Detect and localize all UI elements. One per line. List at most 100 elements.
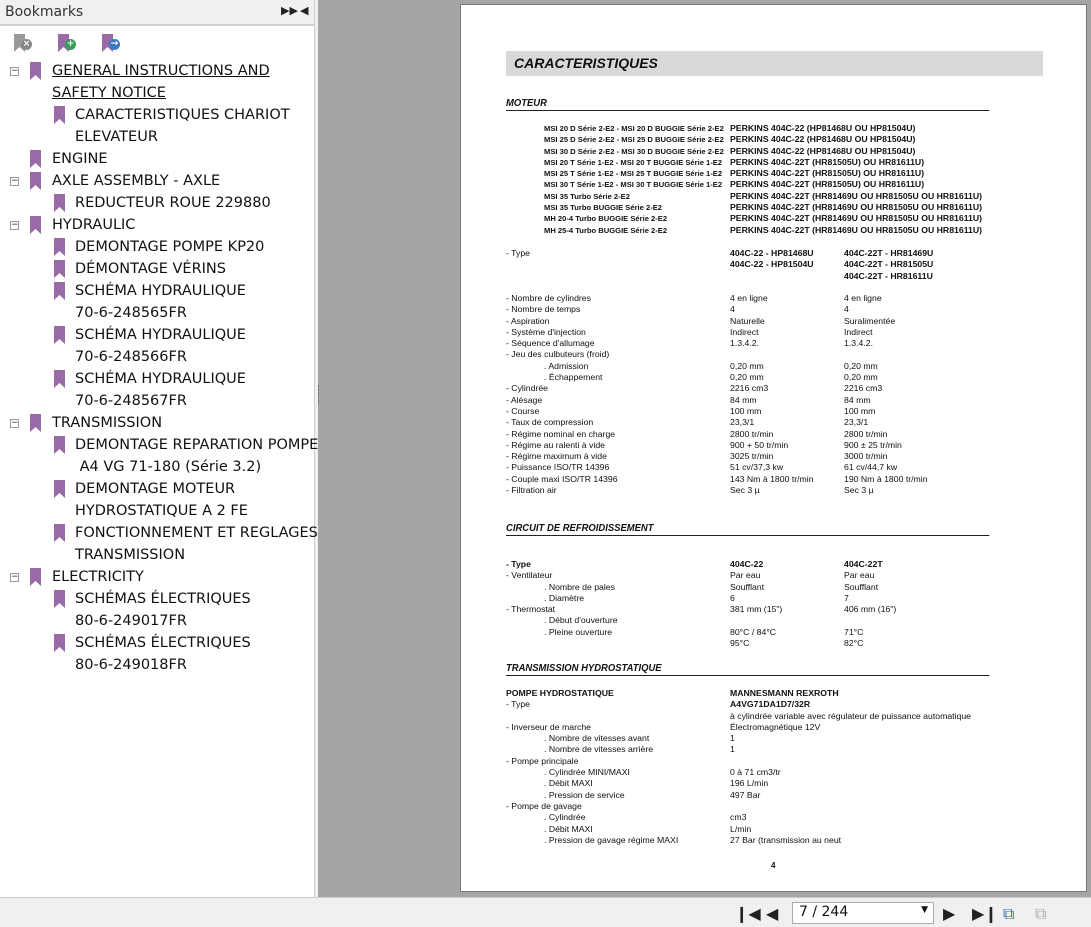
bookmark-item[interactable]: DEMONTAGE MOTEUR HYDROSTATIQUE A 2 FE (0, 478, 314, 522)
first-page-icon[interactable]: ❙◀ (735, 904, 761, 923)
collapse-toggle-icon[interactable]: − (10, 177, 19, 186)
bookmark-item[interactable]: CARACTERISTIQUES CHARIOT ELEVATEUR (0, 104, 314, 148)
bookmark-item[interactable]: − GENERAL INSTRUCTIONS AND SAFETY NOTICE (0, 60, 314, 104)
section-heading-transmission: TRANSMISSION HYDROSTATIQUE (506, 662, 990, 676)
row-label: - Puissance ISO/TR 14396 (506, 462, 610, 473)
bookmark-icon (54, 590, 65, 608)
spec-row: - Pompe de gavage (506, 801, 1066, 812)
bookmark-item[interactable]: SCHÉMA HYDRAULIQUE 70-6-248566FR (0, 324, 314, 368)
last-page-icon[interactable]: ▶❙ (972, 904, 998, 923)
engine-list: PERKINS 404C-22 (HP81468U OU HP81504U) PE… (730, 123, 982, 236)
row-value: 406 mm (16") (844, 604, 897, 615)
row-value: 2800 tr/min (730, 428, 774, 439)
row-value: 7 (844, 592, 849, 603)
chevron-down-icon: ▼ (921, 905, 928, 915)
row-value: 3000 tr/min (844, 451, 888, 462)
engine-name: PERKINS 404C-22T (HR81505U) OU HR81611U) (730, 179, 925, 190)
bookmark-icon (54, 634, 65, 652)
row-label: - Alésage (506, 394, 543, 405)
model-name: MSI 25 D Série 2-E2 - MSI 25 D BUGGIE Sé… (544, 135, 724, 145)
spec-row: . Diamètre 6 7 (506, 593, 1066, 604)
row-label: - Pompe principale (506, 755, 579, 766)
bookmark-add-icon[interactable]: + (56, 33, 78, 55)
bookmark-item[interactable]: SCHÉMA HYDRAULIQUE 70-6-248565FR (0, 280, 314, 324)
row-label: . Nombre de pales (544, 581, 615, 592)
bookmark-label: SCHÉMA HYDRAULIQUE 70-6-248565FR (75, 283, 246, 321)
row-value: 100 mm (844, 405, 876, 416)
bookmark-icon (30, 172, 41, 190)
collapse-toggle-icon[interactable]: − (10, 221, 19, 230)
bookmarks-header: Bookmarks ▶▶ ◀ (0, 0, 314, 26)
double-chevron-right-icon[interactable]: ▶▶ (281, 4, 298, 17)
section-heading-moteur: MOTEUR (506, 97, 990, 111)
bookmark-label: HYDRAULIC (52, 217, 136, 233)
bookmark-label: GENERAL INSTRUCTIONS AND SAFETY NOTICE (52, 63, 270, 101)
bookmark-icon (54, 238, 65, 256)
row-label: - Couple maxi ISO/TR 14396 (506, 473, 618, 484)
row-label: . Nombre de vitesses avant (544, 733, 650, 744)
bookmark-item[interactable]: SCHÉMAS ÉLECTRIQUES 80-6-249017FR (0, 588, 314, 632)
bookmark-item[interactable]: DEMONTAGE REPARATION POMPE A4 VG 71-180 … (0, 434, 318, 478)
bookmark-item[interactable]: ENGINE (0, 148, 314, 170)
row-value: 4 (844, 304, 849, 315)
bookmark-item[interactable]: − HYDRAULIC (0, 214, 314, 236)
previous-page-icon[interactable]: ◀ (766, 904, 778, 923)
collapse-toggle-icon[interactable]: − (10, 419, 19, 428)
row-label: - Jeu des culbuteurs (froid) (506, 349, 610, 360)
spec-row: - Alésage 84 mm 84 mm (506, 395, 1066, 406)
model-name: MH 20-4 Turbo BUGGIE Série 2-E2 (544, 214, 668, 224)
bookmark-item[interactable]: SCHÉMAS ÉLECTRIQUES 80-6-249018FR (0, 632, 314, 676)
page-selector[interactable]: 7 / 244 ▼ (792, 902, 934, 924)
engine-name: PERKINS 404C-22T (HR81469U OU HR81505U O… (730, 190, 983, 201)
engine-name: PERKINS 404C-22 (HP81468U OU HP81504U) (730, 123, 916, 133)
row-value: 0 à 71 cm3/tr (730, 767, 781, 778)
previous-view-icon[interactable]: ⧉ (1003, 904, 1014, 924)
row-value: 61 cv/44,7 kw (844, 462, 898, 473)
bookmark-item[interactable]: SCHÉMA HYDRAULIQUE 70-6-248567FR (0, 368, 314, 412)
row-value: A4VG71DA1D7/32R (730, 699, 811, 710)
row-value: 3025 tr/min (730, 451, 774, 462)
spec-row: - Couple maxi ISO/TR 14396 143 Nm à 1800 … (506, 474, 1066, 485)
row-label: . Diamètre (544, 592, 585, 603)
row-value: 497 Bar (730, 789, 761, 800)
bookmark-label: TRANSMISSION (52, 415, 163, 431)
spec-row: . Nombre de pales Soufflant Soufflant (506, 582, 1066, 593)
bookmark-icon (54, 326, 65, 344)
row-label: - Système d'injection (506, 326, 586, 337)
bookmark-goto-icon[interactable]: → (100, 33, 122, 55)
document-page: CARACTERISTIQUES MOTEUR MSI 20 D Série 2… (460, 4, 1087, 892)
panel-splitter[interactable] (318, 385, 322, 405)
row-value: 404C-22 (730, 559, 764, 569)
bookmark-item[interactable]: − ELECTRICITY (0, 566, 314, 588)
row-value: 23,3/1 (844, 417, 869, 428)
row-value: 1.3.4.2. (730, 338, 759, 349)
triangle-left-icon[interactable]: ◀ (300, 4, 308, 17)
bookmark-label: REDUCTEUR ROUE 229880 (75, 195, 271, 211)
row-label: . Pression de service (544, 789, 625, 800)
model-name: MH 25-4 Turbo BUGGIE Série 2-E2 (544, 225, 668, 235)
row-label: . Cylindrée MINI/MAXI (544, 767, 630, 778)
row-value: 2216 cm3 (844, 383, 883, 394)
bookmark-icon (54, 194, 65, 212)
collapse-toggle-icon[interactable]: − (10, 67, 19, 76)
row-label: . Nombre de vitesses arrière (544, 744, 654, 755)
bookmark-item[interactable]: − AXLE ASSEMBLY - AXLE (0, 170, 314, 192)
bookmark-delete-icon[interactable]: × (12, 33, 34, 55)
row-value: 0,20 mm (844, 360, 878, 371)
collapse-toggle-icon[interactable]: − (10, 573, 19, 582)
bookmark-icon (30, 568, 41, 586)
bookmark-item[interactable]: − TRANSMISSION (0, 412, 314, 434)
spec-row: - Régime au ralenti à vide 900 + 50 tr/mi… (506, 440, 1066, 451)
bookmark-icon (54, 480, 65, 498)
spec-row: - Ventilateur Par eau Par eau (506, 570, 1066, 581)
spec-row: POMPE HYDROSTATIQUE MANNESMANN REXROTH (506, 688, 1066, 699)
spec-row: . Pression de service 497 Bar (506, 790, 1066, 801)
bookmark-item[interactable]: REDUCTEUR ROUE 229880 (0, 192, 314, 214)
bookmark-item[interactable]: FONCTIONNEMENT ET REGLAGES TRANSMISSION (0, 522, 318, 566)
bookmark-item[interactable]: DÉMONTAGE VÉRINS (0, 258, 314, 280)
row-value: Électromagnétique 12V (730, 721, 821, 732)
navigation-toolbar: ❙◀ ◀ 7 / 244 ▼ ▶ ▶❙ ⧉ ⧉ (0, 897, 1091, 927)
bookmark-item[interactable]: DEMONTAGE POMPE KP20 (0, 236, 314, 258)
next-page-icon[interactable]: ▶ (943, 904, 955, 923)
row-value: 23,3/1 (730, 417, 755, 428)
